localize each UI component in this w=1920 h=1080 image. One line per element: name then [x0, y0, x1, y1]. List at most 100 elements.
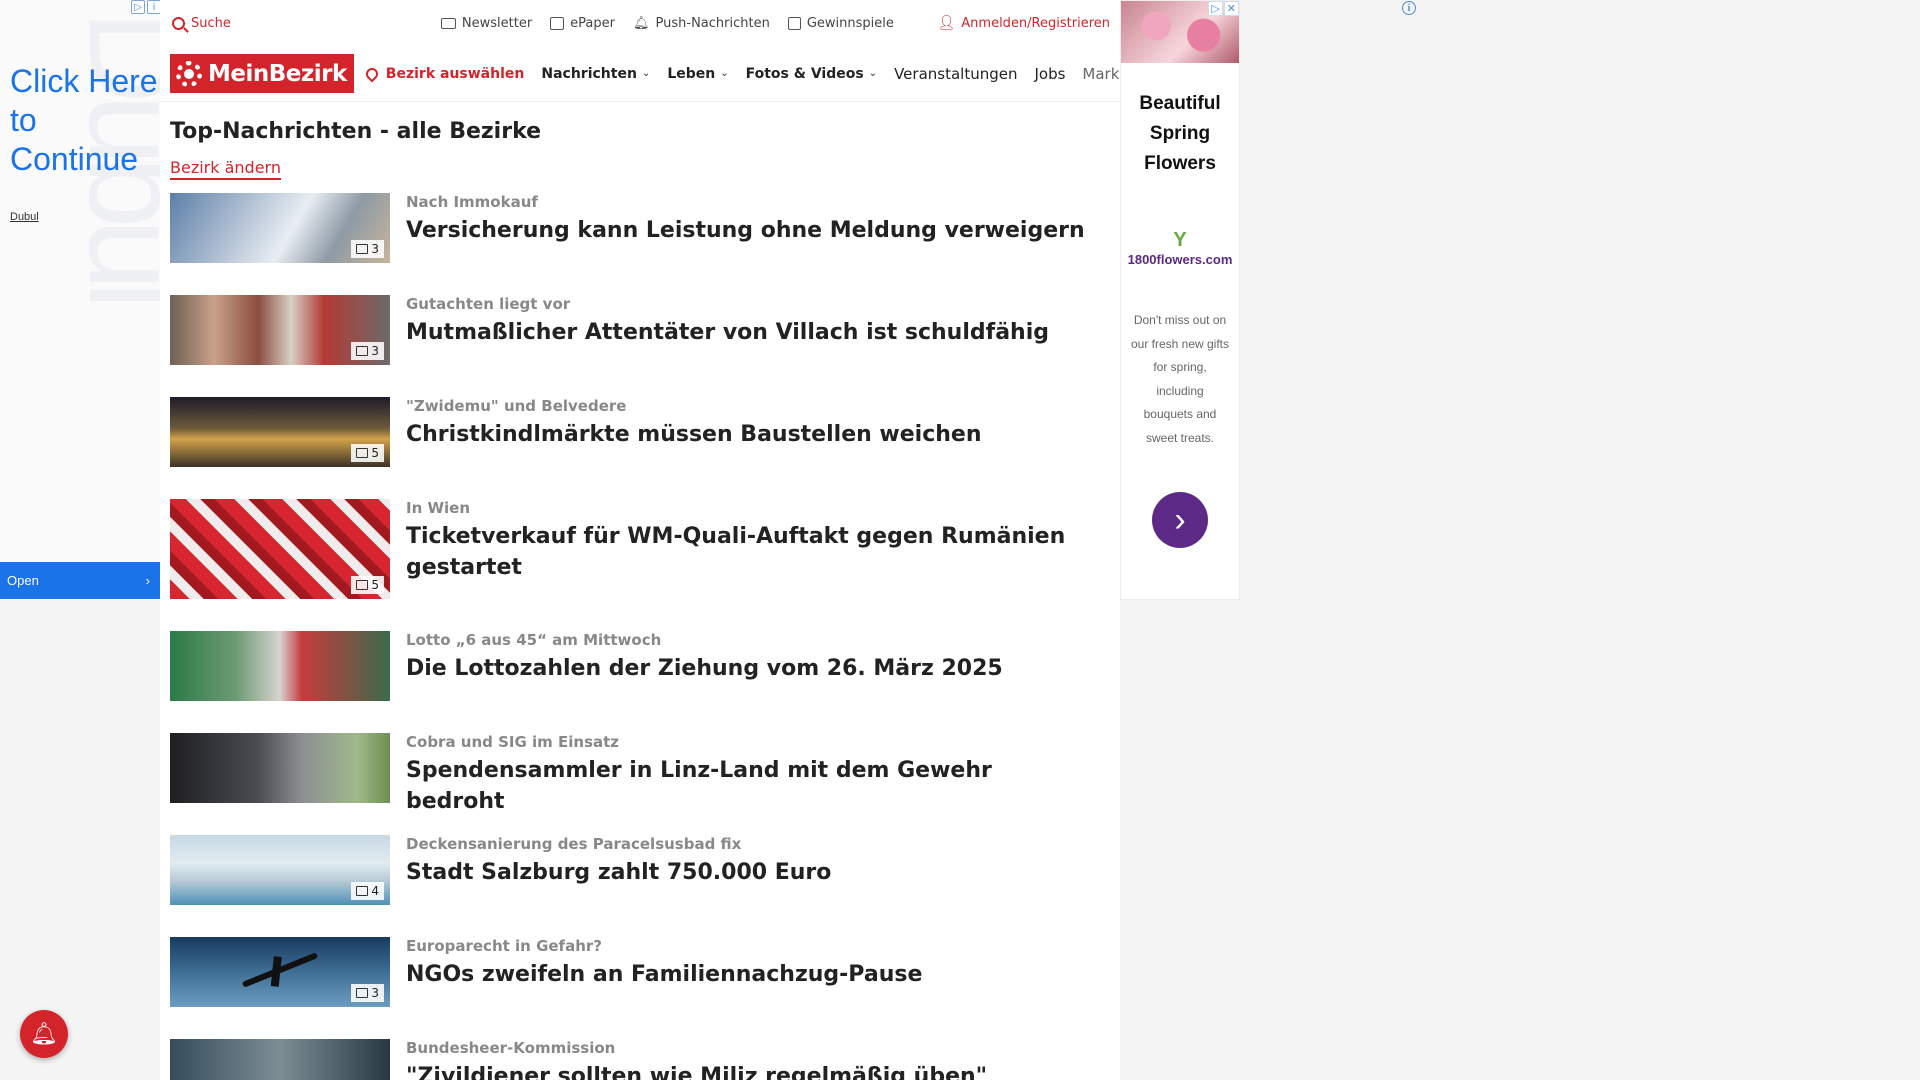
article-thumbnail[interactable]: [170, 631, 390, 701]
article-kicker: Gutachten liegt vor: [406, 295, 571, 313]
ad-click-text[interactable]: Click Here to Continue: [10, 62, 160, 179]
article-thumbnail[interactable]: 3: [170, 937, 390, 1007]
article-item[interactable]: Bundesheer-Kommission "Zivildiener sollte…: [160, 1039, 1096, 1080]
ad-brand-link[interactable]: Dubul: [10, 211, 39, 223]
article-item[interactable]: 5 In Wien Ticketverkauf für WM-Quali-Aufta…: [160, 499, 1096, 599]
nav-item-leben[interactable]: Leben ⌄: [667, 65, 728, 83]
photo-count: 3: [371, 242, 379, 256]
photo-count-badge: 4: [351, 882, 384, 900]
article-kicker: Lotto „6 aus 45“ am Mittwoch: [406, 631, 662, 649]
article-headline[interactable]: "Zivildiener sollten wie Miliz regelmäßi…: [406, 1061, 1096, 1080]
chevron-down-icon: ⌄: [868, 68, 878, 79]
article-item[interactable]: 3 Nach Immokauf Versicherung kann Leistung…: [160, 193, 1096, 263]
login-register-link[interactable]: 👤︎ Anmelden/Registrieren: [938, 15, 1111, 31]
photo-count-badge: 3: [351, 342, 384, 360]
nav-label: Fotos & Videos: [745, 65, 864, 82]
photo-count-badge: 3: [351, 984, 384, 1002]
nav-item-fotos-videos[interactable]: Fotos & Videos ⌄: [746, 65, 877, 83]
article-thumbnail[interactable]: 3: [170, 193, 390, 263]
district-select-button[interactable]: Bezirk auswählen: [363, 65, 525, 82]
info-icon[interactable]: i: [1402, 1, 1416, 15]
chevron-right-icon: ›: [1174, 501, 1186, 539]
district-label: Bezirk auswählen: [385, 65, 525, 82]
login-label: Anmelden/Registrieren: [961, 15, 1110, 31]
close-icon[interactable]: ✕: [1223, 1, 1239, 16]
article-headline[interactable]: Stadt Salzburg zahlt 750.000 Euro: [406, 857, 1096, 888]
article-thumbnail[interactable]: 4: [170, 835, 390, 905]
article-thumbnail[interactable]: 3: [170, 295, 390, 365]
main-content: Suche Newsletter ePaper 🔔︎ Push-Nachrich…: [160, 0, 1120, 1080]
site-logo[interactable]: MeinBezirk: [170, 54, 354, 93]
article-thumbnail[interactable]: 5: [170, 499, 390, 599]
adchoices-icon[interactable]: ▷: [131, 0, 145, 14]
article-headline[interactable]: Spendensammler in Linz-Land mit dem Gewe…: [406, 755, 1096, 817]
nav-label: Nachrichten: [541, 65, 637, 82]
photo-count-badge: 3: [351, 240, 384, 258]
article-kicker: Cobra und SIG im Einsatz: [406, 733, 620, 751]
bell-icon: 🔔︎: [30, 1021, 58, 1047]
article-kicker: Nach Immokauf: [406, 193, 538, 211]
ad-logo-text: 1800flowers.com: [1127, 252, 1233, 267]
top-utility-bar: Suche Newsletter ePaper 🔔︎ Push-Nachrich…: [160, 0, 1120, 46]
user-icon: 👤︎: [937, 15, 956, 31]
newsletter-label: Newsletter: [461, 15, 533, 31]
photo-count: 4: [371, 884, 379, 898]
article-kicker: Bundesheer-Kommission: [406, 1039, 616, 1057]
article-headline[interactable]: Mutmaßlicher Attentäter von Villach ist …: [406, 317, 1096, 348]
article-headline[interactable]: Ticketverkauf für WM-Quali-Auftakt gegen…: [406, 521, 1096, 583]
article-headline[interactable]: Versicherung kann Leistung ohne Meldung …: [406, 215, 1096, 246]
ad-logo[interactable]: Y 1800flowers.com: [1121, 229, 1239, 267]
article-item[interactable]: Cobra und SIG im Einsatz Spendensammler i…: [160, 733, 1096, 817]
article-headline[interactable]: Die Lottozahlen der Ziehung vom 26. März…: [406, 653, 1096, 684]
article-item[interactable]: 4 Deckensanierung des Paracelsusbad fix St…: [160, 835, 1096, 905]
article-item[interactable]: 3 Europarecht in Gefahr? NGOs zweifeln an …: [160, 937, 1096, 1007]
ad-controls[interactable]: ▷ ✕: [1208, 1, 1239, 16]
gewinnspiele-link[interactable]: Gewinnspiele: [787, 16, 894, 31]
epaper-label: ePaper: [570, 15, 615, 31]
nav-item-marktplatz[interactable]: Marktplatz: [1082, 65, 1120, 83]
adchoices-icon[interactable]: ▷: [1208, 1, 1223, 16]
article-headline[interactable]: Christkindlmärkte müssen Baustellen weic…: [406, 419, 1096, 450]
newspaper-icon: [550, 16, 565, 30]
nav-item-nachrichten[interactable]: Nachrichten ⌄: [541, 65, 650, 83]
adchoices-icons[interactable]: ▷ i: [131, 0, 160, 14]
flower-logo-icon: Y: [1173, 229, 1187, 251]
article-item[interactable]: 3 Gutachten liegt vor Mutmaßlicher Attentä…: [160, 295, 1096, 365]
ad-title[interactable]: Beautiful Spring Flowers: [1121, 89, 1239, 179]
ad-open-label: Open: [7, 573, 39, 588]
search-button[interactable]: Suche: [172, 16, 231, 31]
left-ad-banner[interactable]: Dubul Click Here to Continue Dubul ▷ i O…: [0, 0, 160, 600]
push-label: Push-Nachrichten: [655, 15, 770, 31]
right-ad-banner[interactable]: ▷ ✕ Beautiful Spring Flowers Y 1800flowe…: [1120, 0, 1240, 600]
article-kicker: "Zwidemu" und Belvedere: [406, 397, 627, 415]
change-district-link[interactable]: Bezirk ändern: [170, 158, 281, 180]
chevron-down-icon: ⌄: [720, 68, 729, 79]
article-kicker: Europarecht in Gefahr?: [406, 937, 602, 955]
article-headline[interactable]: NGOs zweifeln an Familiennachzug-Pause: [406, 959, 1096, 990]
ad-open-button[interactable]: Open ›: [0, 562, 160, 599]
epaper-link[interactable]: ePaper: [550, 16, 615, 31]
nav-label: Veranstaltungen: [894, 64, 1018, 83]
newsletter-link[interactable]: Newsletter: [440, 15, 533, 31]
article-item[interactable]: 5 "Zwidemu" und Belvedere Christkindlmärkt…: [160, 397, 1096, 467]
photo-count: 5: [371, 446, 379, 460]
ad-next-button[interactable]: ›: [1152, 492, 1208, 548]
article-kicker: In Wien: [406, 499, 471, 517]
nav-item-jobs[interactable]: Jobs: [1034, 65, 1065, 83]
info-icon[interactable]: i: [147, 0, 160, 14]
notification-bell-button[interactable]: 🔔︎: [20, 1010, 68, 1058]
photo-count: 3: [371, 344, 379, 358]
article-kicker: Deckensanierung des Paracelsusbad fix: [406, 835, 742, 853]
main-navigation: MeinBezirk Bezirk auswählen Nachrichten …: [160, 46, 1120, 102]
photo-count-badge: 5: [351, 576, 384, 594]
article-item[interactable]: Lotto „6 aus 45“ am Mittwoch Die Lottozah…: [160, 631, 1096, 701]
bell-icon: 🔔︎: [633, 15, 650, 31]
photo-count-badge: 5: [351, 444, 384, 462]
chevron-down-icon: ⌄: [641, 68, 651, 79]
article-thumbnail[interactable]: 5: [170, 397, 390, 467]
article-thumbnail[interactable]: [170, 733, 390, 803]
gift-icon: [787, 16, 801, 30]
push-notifications-link[interactable]: 🔔︎ Push-Nachrichten: [633, 16, 770, 31]
nav-item-veranstaltungen[interactable]: Veranstaltungen: [894, 65, 1017, 83]
article-thumbnail[interactable]: [170, 1039, 390, 1080]
